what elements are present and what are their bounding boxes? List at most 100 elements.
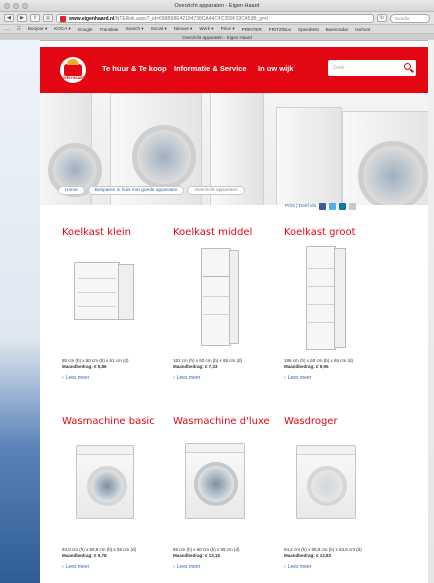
product-card-koelkast-groot[interactable]: Koelkast groot 186 cm (h) x 60 cm (b) x … [284, 227, 384, 381]
linkedin-icon[interactable] [339, 203, 347, 210]
product-title[interactable]: Wasdroger [284, 416, 384, 427]
bookmark-item[interactable]: Google [78, 27, 93, 32]
washer-image [185, 443, 245, 519]
read-more-link[interactable]: › Lees meer [62, 375, 162, 381]
product-image[interactable] [62, 242, 162, 354]
product-dimensions: 161 cm (h) x 60 cm (b) x 65 cm (d) [173, 358, 243, 363]
product-title[interactable]: Wasmachine basic [62, 416, 162, 427]
address-bar[interactable]: www.eigenhaard.nl/NTE/link.aspx?_id=698B… [56, 13, 374, 23]
read-more-label[interactable]: Lees meer [177, 375, 201, 381]
washer-door [194, 462, 238, 506]
bookmarks-grid-icon[interactable]: ☷ [17, 26, 21, 32]
bookmark-item[interactable]: Buienradar [326, 27, 348, 32]
arrow-right-icon: › [62, 564, 64, 570]
browser-tab[interactable]: Overzicht apparaten - Eigen Haard [0, 34, 434, 41]
bookmark-item[interactable]: Speedtest [298, 27, 319, 32]
bookmark-item[interactable]: Translate [99, 27, 118, 32]
nav-item-te-huur[interactable]: Te huur & Te koop [102, 64, 167, 73]
browser-toolbar: ◀ ▶ ⇧ ◎ www.eigenhaard.nl/NTE/link.aspx?… [0, 12, 434, 25]
product-monthly-amount: Maandbedrag: € 5,86 [62, 364, 107, 369]
bookmark-item[interactable]: Isohunt [355, 27, 370, 32]
browser-search-input[interactable]: Reader [390, 13, 430, 23]
reader-icon[interactable]: ◎ [43, 14, 53, 22]
fridge-door-image [118, 264, 134, 320]
dryer-door [307, 466, 347, 506]
product-image[interactable] [62, 431, 162, 543]
read-more-label[interactable]: Lees meer [66, 564, 90, 570]
product-card-wasdroger[interactable]: Wasdroger 84,2 cm (h) x 59,8 cm (b) x 63… [284, 416, 384, 570]
twitter-icon[interactable] [329, 203, 337, 210]
fridge-image [74, 262, 120, 320]
product-title[interactable]: Koelkast middel [173, 227, 273, 238]
fridge-shelf [203, 314, 229, 315]
dryer-control-panel [297, 446, 355, 455]
product-image[interactable] [173, 431, 273, 543]
window-scrollbar[interactable] [428, 40, 434, 583]
hero-drum [132, 125, 196, 189]
back-button[interactable]: ◀ [4, 14, 14, 22]
zoom-window-icon[interactable] [22, 3, 28, 9]
product-title[interactable]: Koelkast groot [284, 227, 384, 238]
bookmark-item[interactable]: Nieuws ▾ [174, 26, 193, 32]
reload-icon[interactable]: ↻ [377, 14, 387, 22]
bookmark-item[interactable]: FRITZ!Box [269, 27, 291, 32]
read-more-link[interactable]: › Lees meer [284, 564, 384, 570]
product-card-wasmachine-basic[interactable]: Wasmachine basic 84,8 cm (h) x 59,8 cm (… [62, 416, 162, 570]
read-more-label[interactable]: Lees meer [288, 564, 312, 570]
product-image[interactable] [173, 242, 273, 354]
search-icon[interactable] [404, 63, 411, 70]
share-page-button[interactable]: ⇧ [30, 14, 40, 22]
email-icon[interactable] [349, 203, 357, 210]
bookmarks-bar: 📖 ☷ Bonjour ▾ KOCA ▾ Google Translate Se… [0, 25, 434, 34]
window-controls[interactable] [4, 3, 28, 9]
product-dimensions: 85 cm (h) x 60 cm (b) x 59 cm (d) [173, 547, 240, 552]
read-more-link[interactable]: › Lees meer [173, 564, 273, 570]
product-dimensions: 186 cm (h) x 60 cm (b) x 65 cm (d) [284, 358, 354, 363]
print-share-label[interactable]: Print | Deel via [285, 204, 316, 209]
product-card-koelkast-middel[interactable]: Koelkast middel 161 cm (h) x 60 cm (b) x… [173, 227, 273, 381]
read-more-link[interactable]: › Lees meer [284, 375, 384, 381]
bookmark-item[interactable]: PRINTER [242, 27, 262, 32]
web-page: EIGEN HAARD Te huur & Te koop Informatie… [40, 41, 428, 583]
breadcrumb-home[interactable]: Home [58, 186, 85, 195]
nav-item-informatie[interactable]: Informatie & Service [174, 64, 247, 73]
product-title[interactable]: Wasmachine d'luxe [173, 416, 273, 427]
washer-control-panel [186, 444, 244, 453]
arrow-right-icon: › [284, 375, 286, 381]
read-more-label[interactable]: Lees meer [288, 375, 312, 381]
product-image[interactable] [284, 242, 384, 354]
fridge-shelf [203, 296, 229, 297]
bookmark-item[interactable]: Search ▾ [125, 26, 143, 32]
bookmark-item[interactable]: Werk ▾ [199, 26, 213, 32]
product-monthly-amount: Maandbedrag: € 12,83 [284, 553, 332, 558]
fridge-image [201, 248, 231, 346]
nav-item-in-uw-wijk[interactable]: In uw wijk [258, 64, 293, 73]
read-more-link[interactable]: › Lees meer [62, 564, 162, 570]
site-logo[interactable]: EIGEN HAARD [60, 57, 86, 83]
close-window-icon[interactable] [4, 3, 10, 9]
read-more-label[interactable]: Lees meer [66, 375, 90, 381]
product-title[interactable]: Koelkast klein [62, 227, 162, 238]
bookmark-item[interactable]: Price ▾ [221, 26, 235, 32]
fridge-shelf [308, 286, 334, 287]
bookmark-item[interactable]: Social ▾ [151, 26, 167, 32]
site-search-input[interactable]: Zoek [328, 60, 416, 76]
fridge-shelf [78, 278, 116, 279]
bookmark-item[interactable]: KOCA ▾ [54, 26, 70, 32]
product-card-wasmachine-dluxe[interactable]: Wasmachine d'luxe 85 cm (h) x 60 cm (b) … [173, 416, 273, 570]
product-monthly-amount: Maandbedrag: € 9,95 [284, 364, 329, 369]
washer-door [87, 466, 127, 506]
reading-list-icon[interactable]: 📖 [4, 26, 10, 32]
desktop-background [0, 40, 40, 583]
product-image[interactable] [284, 431, 384, 543]
share-bar: Print | Deel via [285, 203, 357, 210]
minimize-window-icon[interactable] [13, 3, 19, 9]
breadcrumb-besparen[interactable]: Besparen in huis met goede apparaten [87, 186, 185, 195]
product-card-koelkast-klein[interactable]: Koelkast klein 85 cm (h) x 60 cm (b) x 6… [62, 227, 162, 381]
facebook-icon[interactable] [319, 203, 327, 210]
read-more-label[interactable]: Lees meer [177, 564, 201, 570]
read-more-link[interactable]: › Lees meer [173, 375, 273, 381]
bookmark-item[interactable]: Bonjour ▾ [28, 26, 47, 32]
forward-button[interactable]: ▶ [17, 14, 27, 22]
fridge-door-image [334, 248, 346, 348]
